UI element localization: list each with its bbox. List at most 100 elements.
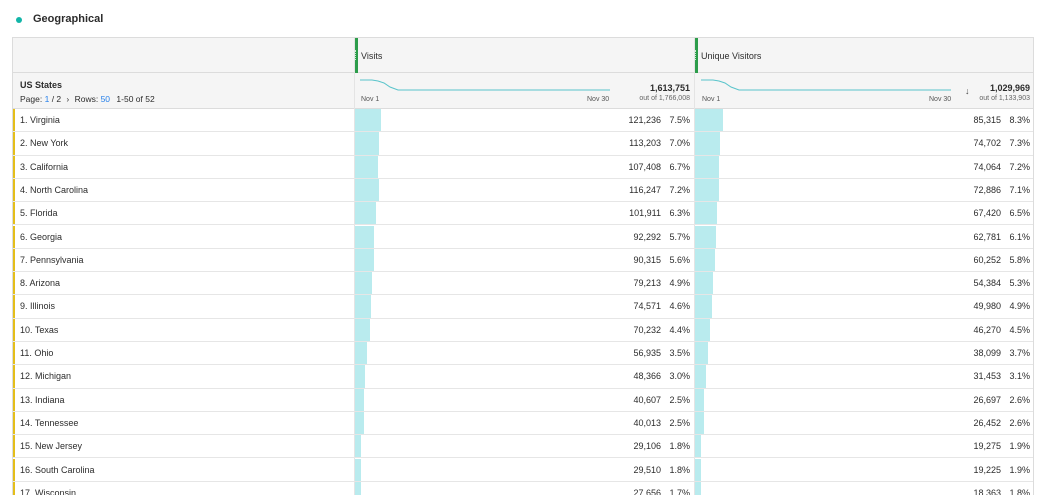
- table-row[interactable]: 12. Michigan 48,366 3.0% 31,453 3.1%: [13, 365, 1033, 389]
- table-header-row: Visits Unique Visitors: [13, 38, 1033, 73]
- next-page-icon[interactable]: ›: [67, 95, 70, 104]
- table-row[interactable]: 13. Indiana 40,607 2.5% 26,697 2.6%: [13, 388, 1033, 412]
- table-row[interactable]: 9. Illinois 74,571 4.6% 49,980 4.9%: [13, 295, 1033, 319]
- row-label[interactable]: 3. California: [20, 162, 68, 172]
- visits-percent: 1.8%: [669, 441, 690, 452]
- row-accent: [13, 225, 15, 248]
- visits-percent: 5.6%: [669, 254, 690, 265]
- uv-value: 46,270: [973, 324, 1001, 335]
- dimension-title[interactable]: US States: [20, 80, 62, 90]
- uv-percent: 3.7%: [1009, 348, 1030, 358]
- uv-value: 26,452: [973, 417, 1001, 428]
- uv-value: 85,315: [973, 115, 1001, 125]
- visits-value: 74,571: [633, 301, 661, 312]
- uv-total-sub: out of 1,133,903: [979, 95, 1030, 102]
- uv-bar: [695, 481, 702, 495]
- visits-value: 70,232: [633, 324, 661, 335]
- row-label[interactable]: 17. Wisconsin: [20, 488, 76, 495]
- rows-per-page-select[interactable]: 50: [101, 94, 110, 104]
- visits-percent: 2.5%: [669, 394, 690, 405]
- row-label[interactable]: 4. North Carolina: [20, 185, 88, 195]
- uv-value: 72,886: [973, 184, 1001, 195]
- visits-bar: [355, 178, 380, 202]
- visits-percent: 4.6%: [669, 301, 690, 312]
- row-accent: [13, 202, 15, 225]
- row-accent: [13, 109, 15, 132]
- visits-percent: 7.2%: [669, 184, 690, 195]
- visits-value: 90,315: [633, 254, 661, 265]
- table-row[interactable]: 14. Tennessee 40,013 2.5% 26,452 2.6%: [13, 411, 1033, 436]
- row-accent: [13, 248, 15, 272]
- table-row[interactable]: 2. New York 113,203 7.0% 74,702 7.3%: [13, 132, 1033, 156]
- table-row[interactable]: 3. California 107,408 6.7% 74,064 7.2%: [13, 155, 1033, 179]
- table-row[interactable]: 10. Texas 70,232 4.4% 46,270 4.5%: [13, 318, 1033, 342]
- uv-value: 62,781: [973, 231, 1001, 242]
- visits-percent: 1.8%: [669, 464, 690, 475]
- table-row[interactable]: 6. Georgia 92,292 5.7% 62,781 6.1%: [13, 225, 1033, 249]
- row-label[interactable]: 2. New York: [20, 138, 68, 148]
- uv-bar: [695, 272, 714, 295]
- table-row[interactable]: 7. Pennsylvania 90,315 5.6% 60,252 5.8%: [13, 248, 1033, 273]
- row-label[interactable]: 16. South Carolina: [20, 465, 95, 475]
- table-row[interactable]: 11. Ohio 56,935 3.5% 38,099 3.7%: [13, 342, 1033, 366]
- metric-name: Visits: [361, 51, 383, 61]
- panel-title[interactable]: Geographical: [33, 13, 103, 25]
- uv-percent: 7.2%: [1009, 161, 1030, 172]
- row-accent: [13, 365, 15, 388]
- uv-percent: 6.5%: [1009, 208, 1030, 219]
- visits-percent: 1.7%: [669, 487, 690, 495]
- panel-header: Geographical: [0, 0, 1042, 38]
- row-label[interactable]: 8. Arizona: [20, 278, 60, 288]
- uv-bar: [695, 342, 708, 365]
- uv-percent: 1.9%: [1009, 441, 1030, 452]
- row-label[interactable]: 14. Tennessee: [20, 418, 78, 428]
- row-label[interactable]: 6. Georgia: [20, 232, 62, 242]
- uv-percent: 5.8%: [1009, 254, 1030, 265]
- table-row[interactable]: 1. Virginia 121,236 7.5% 85,315 8.3%: [13, 109, 1033, 133]
- uv-percent: 2.6%: [1009, 417, 1030, 428]
- table-row[interactable]: 5. Florida 101,911 6.3% 67,420 6.5%: [13, 202, 1033, 226]
- row-range: 1-50 of 52: [116, 94, 155, 104]
- row-label[interactable]: 13. Indiana: [20, 395, 65, 405]
- page-current-input[interactable]: 1: [45, 94, 50, 104]
- table-row[interactable]: 4. North Carolina 116,247 7.2% 72,886 7.1%: [13, 178, 1033, 203]
- row-label[interactable]: 10. Texas: [20, 325, 58, 335]
- metric-header-unique-visitors[interactable]: Unique Visitors: [694, 38, 1033, 73]
- metric-header-visits[interactable]: Visits: [354, 38, 694, 73]
- row-accent: [13, 388, 15, 411]
- row-accent: [13, 295, 15, 318]
- table-row[interactable]: 17. Wisconsin 27,656 1.7% 18,363 1.8%: [13, 481, 1033, 495]
- metric-name: Unique Visitors: [701, 51, 762, 61]
- visits-bar: [355, 248, 375, 272]
- uv-percent: 7.1%: [1009, 184, 1030, 195]
- table-row[interactable]: 8. Arizona 79,213 4.9% 54,384 5.3%: [13, 272, 1033, 296]
- row-label[interactable]: 1. Virginia: [20, 115, 60, 125]
- row-label[interactable]: 7. Pennsylvania: [20, 255, 84, 265]
- visits-percent: 7.5%: [669, 115, 690, 125]
- table-row[interactable]: 16. South Carolina 29,510 1.8% 19,225 1.9%: [13, 458, 1033, 482]
- uv-bar: [695, 132, 720, 155]
- uv-percent: 5.3%: [1009, 278, 1030, 289]
- row-label[interactable]: 11. Ohio: [20, 348, 53, 358]
- uv-total: 1,029,969: [989, 83, 1030, 93]
- row-label[interactable]: 5. Florida: [20, 208, 58, 218]
- uv-value: 49,980: [973, 301, 1001, 312]
- uv-percent: 6.1%: [1009, 231, 1030, 242]
- row-label[interactable]: 12. Michigan: [20, 371, 71, 381]
- visits-bar: [355, 202, 377, 225]
- visits-bar: [355, 458, 362, 481]
- uv-percent: 3.1%: [1009, 371, 1030, 382]
- uv-bar: [695, 318, 711, 341]
- visits-bar: [355, 481, 361, 495]
- table-row[interactable]: 15. New Jersey 29,106 1.8% 19,275 1.9%: [13, 435, 1033, 459]
- visits-bar: [355, 132, 379, 155]
- uv-trend-sparkline: [701, 79, 951, 91]
- row-label[interactable]: 15. New Jersey: [20, 441, 82, 451]
- visits-value: 27,656: [633, 487, 661, 495]
- uv-value: 74,702: [973, 138, 1001, 149]
- trend-start-label: Nov 1: [702, 96, 721, 103]
- pagination: Page: 1 / 2 › Rows: 50 1-50 of 52: [20, 94, 155, 104]
- uv-value: 38,099: [973, 348, 1001, 358]
- rows-label: Rows:: [74, 94, 99, 104]
- row-label[interactable]: 9. Illinois: [20, 301, 55, 311]
